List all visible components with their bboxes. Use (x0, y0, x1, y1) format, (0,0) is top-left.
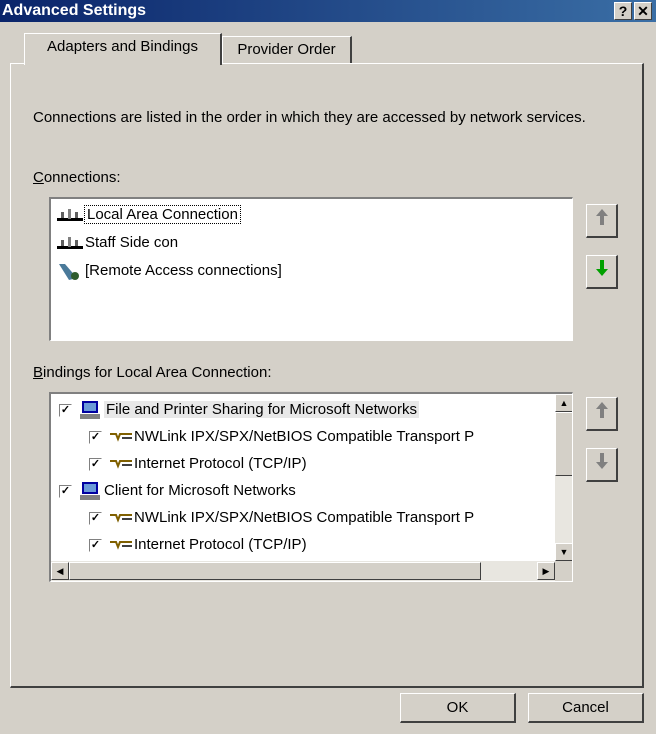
binding-checkbox[interactable]: ✓ (59, 403, 72, 417)
binding-checkbox[interactable]: ✓ (89, 511, 102, 525)
arrow-down-icon (595, 260, 608, 276)
binding-move-up-button[interactable] (586, 397, 618, 431)
remote-access-icon (59, 264, 79, 281)
binding-checkbox[interactable]: ✓ (89, 457, 102, 471)
tree-item[interactable]: ✓ NWLink IPX/SPX/NetBIOS Compatible Trans… (89, 504, 474, 531)
tab-label: Adapters and Bindings (47, 38, 198, 55)
cancel-button[interactable]: Cancel (528, 693, 644, 723)
help-button[interactable]: ? (614, 2, 632, 20)
horizontal-scrollbar[interactable]: ◀ ▶ (51, 561, 555, 581)
scroll-down-button[interactable]: ▼ (555, 543, 572, 561)
vertical-scrollbar[interactable]: ▲ ▼ (555, 394, 572, 561)
connection-move-up-button[interactable] (586, 204, 618, 238)
tree-item[interactable]: ✓ NWLink IPX/SPX/NetBIOS Compatible Trans… (89, 423, 474, 450)
scroll-up-button[interactable]: ▲ (555, 394, 572, 412)
binding-checkbox[interactable]: ✓ (89, 538, 102, 552)
description-text: Connections are listed in the order in w… (33, 109, 586, 126)
protocol-icon (110, 460, 132, 469)
list-item[interactable]: Local Area Connection (55, 201, 241, 228)
title-bar[interactable]: Advanced Settings ? ✕ (0, 0, 656, 22)
close-button[interactable]: ✕ (634, 2, 652, 20)
arrow-up-icon (595, 402, 608, 418)
scroll-left-button[interactable]: ◀ (51, 562, 69, 580)
binding-move-down-button[interactable] (586, 448, 618, 482)
scroll-corner (555, 561, 572, 581)
ok-button[interactable]: OK (400, 693, 516, 723)
tab-label: Provider Order (237, 41, 336, 58)
tab-panel: Connections are listed in the order in w… (10, 63, 644, 688)
tree-item[interactable]: ✓ Client for Microsoft Networks (59, 477, 296, 504)
window-title: Advanced Settings (2, 2, 147, 19)
protocol-icon (110, 514, 132, 523)
connection-move-down-button[interactable] (586, 255, 618, 289)
horizontal-scroll-thumb[interactable] (69, 562, 481, 580)
tab-provider-order[interactable]: Provider Order (222, 36, 352, 65)
vertical-scroll-thumb[interactable] (555, 412, 572, 476)
list-item[interactable]: [Remote Access connections] (55, 257, 282, 284)
protocol-icon (110, 541, 132, 550)
bindings-tree[interactable]: ✓ File and Printer Sharing for Microsoft … (49, 392, 573, 582)
binding-checkbox[interactable]: ✓ (89, 430, 102, 444)
advanced-settings-window: Advanced Settings ? ✕ Adapters and Bindi… (0, 0, 656, 734)
network-connection-icon (57, 209, 83, 222)
bindings-label: Bindings for Local Area Connection: (33, 364, 272, 381)
arrow-down-icon (595, 453, 608, 469)
connections-label: Connections: (33, 169, 121, 186)
tree-item[interactable]: ✓ File and Printer Sharing for Microsoft … (59, 396, 419, 423)
scroll-right-button[interactable]: ▶ (537, 562, 555, 580)
client-icon (80, 482, 100, 501)
protocol-icon (110, 433, 132, 442)
arrow-up-icon (595, 209, 608, 225)
file-printer-sharing-icon (80, 401, 100, 420)
tree-item[interactable]: ✓ Internet Protocol (TCP/IP) (89, 450, 307, 477)
list-item[interactable]: Staff Side con (55, 229, 178, 256)
binding-checkbox[interactable]: ✓ (59, 484, 72, 498)
connections-list[interactable]: Local Area Connection Staff Side con [Re… (49, 197, 573, 341)
tab-adapters-and-bindings[interactable]: Adapters and Bindings (24, 33, 222, 65)
tree-item[interactable]: ✓ Internet Protocol (TCP/IP) (89, 531, 307, 558)
network-connection-icon (57, 237, 83, 250)
